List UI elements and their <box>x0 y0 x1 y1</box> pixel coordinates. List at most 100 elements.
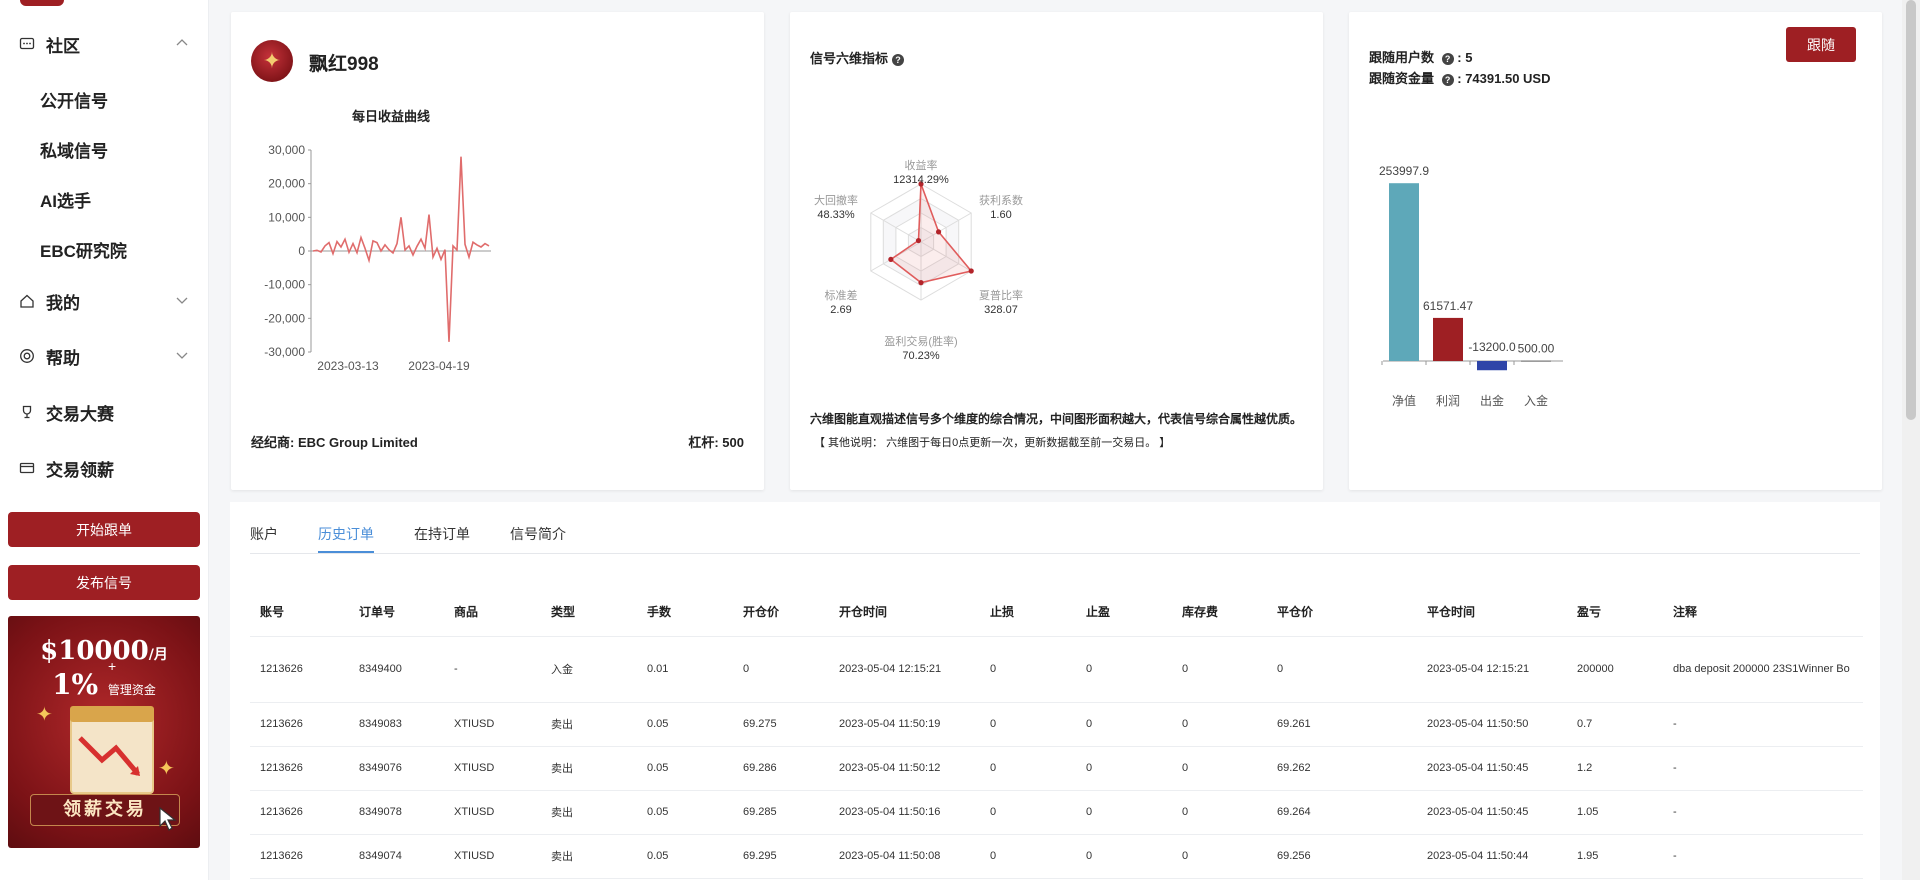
table-row: 1213626 8349074 XTIUSD 卖出 0.05 69.295 2023-05-… <box>250 834 1863 879</box>
publish-signal-button[interactable]: 发布信号 <box>8 565 200 600</box>
tab-open-orders[interactable]: 在持订单 <box>414 524 470 544</box>
col-swap: 库存费 <box>1172 588 1267 637</box>
table-cell: 0.05 <box>637 834 733 879</box>
lifebuoy-icon <box>18 347 36 365</box>
table-cell: XTIUSD <box>444 702 541 747</box>
table-cell: 0 <box>1172 702 1267 747</box>
table-cell: 0 <box>1172 636 1267 703</box>
table-cell: 2023-05-04 11:50:16 <box>829 790 980 835</box>
bar-value-label: 61571.47 <box>1423 299 1473 313</box>
table-cell: 69.262 <box>1267 746 1417 791</box>
table-cell: 69.264 <box>1267 790 1417 835</box>
follow-button[interactable]: 跟随 <box>1786 27 1856 62</box>
col-comment: 注释 <box>1663 588 1863 637</box>
nav-help-label: 帮助 <box>46 348 80 368</box>
logo[interactable] <box>20 0 64 6</box>
table-cell: 8349078 <box>349 790 444 835</box>
nav-trade-salary[interactable]: 交易领薪 <box>0 448 209 488</box>
orders-panel: 账户 历史订单 在持订单 信号简介 账号 订单号 商品 类型 手数 开仓价 开仓… <box>230 502 1880 880</box>
nav-community[interactable]: 社区 <box>0 24 209 64</box>
col-open-price: 开仓价 <box>733 588 829 637</box>
table-cell: 卖出 <box>541 746 637 791</box>
nav-help[interactable]: 帮助 <box>0 336 209 376</box>
tab-account[interactable]: 账户 <box>250 524 278 544</box>
nav-contest[interactable]: 交易大赛 <box>0 392 209 432</box>
table-cell: XTIUSD <box>444 834 541 879</box>
radar-note: 【 其他说明： 六维图于每日0点更新一次，更新数据截至前一交易日。 】 <box>814 437 1171 449</box>
home-icon <box>18 292 36 310</box>
chevron-down-icon <box>175 293 189 307</box>
promo-banner[interactable]: $10000/月 + 1% 管理资金 ✦ ✦ 领薪交易 <box>8 616 200 848</box>
nav-public-signals[interactable]: 公开信号 <box>40 87 108 112</box>
bar-value-label: -13200.0 <box>1468 340 1516 354</box>
col-close-time: 平仓时间 <box>1417 588 1567 637</box>
table-cell: 1213626 <box>250 702 349 747</box>
radar-indicator-value: 70.23% <box>902 350 940 362</box>
table-cell: 69.256 <box>1267 834 1417 879</box>
nav-mine[interactable]: 我的 <box>0 281 209 321</box>
nav-community-label: 社区 <box>46 36 80 56</box>
start-follow-button[interactable]: 开始跟单 <box>8 512 200 547</box>
sparkle-icon: ✦ <box>158 758 175 780</box>
tab-signal-intro[interactable]: 信号简介 <box>510 524 566 544</box>
scroll-thumb[interactable] <box>1906 0 1916 420</box>
table-cell: - <box>1663 790 1863 835</box>
table-cell: - <box>1663 834 1863 879</box>
table-cell: 2023-05-04 11:50:44 <box>1417 834 1567 879</box>
table-cell: 69.275 <box>733 702 829 747</box>
table-cell: 0.7 <box>1567 702 1663 747</box>
table-cell: 1213626 <box>250 636 349 703</box>
table-cell: 0 <box>1076 790 1172 835</box>
table-cell: 0 <box>1076 746 1172 791</box>
tab-history-orders[interactable]: 历史订单 <box>318 524 374 544</box>
orders-table: 账号 订单号 商品 类型 手数 开仓价 开仓时间 止损 止盈 库存费 平仓价 平… <box>250 588 1863 879</box>
bar <box>1433 317 1463 361</box>
radar-point <box>888 256 894 262</box>
follow-card: 跟随用户数 ? : 5 跟随资金量 ? : 74391.50 USD 跟随 25… <box>1349 12 1882 490</box>
nav-trade-salary-label: 交易领薪 <box>46 460 114 480</box>
table-cell: 0.01 <box>637 636 733 703</box>
y-tick-label: 30,000 <box>268 143 305 157</box>
help-icon[interactable]: ? <box>892 53 905 66</box>
table-cell: 69.261 <box>1267 702 1417 747</box>
table-cell: 8349083 <box>349 702 444 747</box>
bar <box>1521 360 1551 362</box>
table-cell: 0 <box>980 746 1076 791</box>
table-header-row: 账号 订单号 商品 类型 手数 开仓价 开仓时间 止损 止盈 库存费 平仓价 平… <box>250 588 1863 637</box>
follow-bar-chart: 253997.9 净值 61571.47 利润 -13200.0 出金 500.00 入金 <box>1379 164 1563 408</box>
promo-percent: 1% 管理资金 <box>52 668 156 701</box>
avatar[interactable]: ✦ <box>251 40 293 82</box>
table-cell: - <box>1663 702 1863 747</box>
col-open-time: 开仓时间 <box>829 588 980 637</box>
table-cell: 2023-05-04 11:50:45 <box>1417 790 1567 835</box>
x-tick-label: 2023-03-13 <box>317 359 379 373</box>
col-type: 类型 <box>541 588 637 637</box>
nav-ebc-institute[interactable]: EBC研究院 <box>40 237 127 262</box>
nav-ai-players[interactable]: AI选手 <box>40 187 91 212</box>
col-profit: 盈亏 <box>1567 588 1663 637</box>
radar-indicator-name: 获利系数 <box>979 194 1023 207</box>
table-cell: 69.295 <box>733 834 829 879</box>
radar-indicator-value: 48.33% <box>817 209 855 221</box>
table-cell: 0.05 <box>637 746 733 791</box>
bar-value-label: 500.00 <box>1518 342 1555 356</box>
series-line <box>312 156 490 342</box>
table-cell: 0 <box>1076 636 1172 703</box>
table-cell: 卖出 <box>541 702 637 747</box>
help-icon[interactable]: ? <box>1441 52 1454 65</box>
table-cell: 69.286 <box>733 746 829 791</box>
table-cell: dba deposit 200000 23S1Winner Bo <box>1663 636 1863 703</box>
scrollbar[interactable] <box>1902 0 1920 880</box>
table-row: 1213626 8349078 XTIUSD 卖出 0.05 69.285 2023-05-… <box>250 790 1863 835</box>
table-cell: 2023-05-04 12:15:21 <box>829 636 980 703</box>
nav-private-signals[interactable]: 私域信号 <box>40 137 108 162</box>
help-icon[interactable]: ? <box>1441 73 1454 86</box>
x-category-label: 净值 <box>1392 393 1416 408</box>
table-cell: 1.05 <box>1567 790 1663 835</box>
leverage-label: 杠杆: 500 <box>688 435 744 450</box>
promo-amount: $10000/月 <box>40 636 168 666</box>
table-cell: 0 <box>980 834 1076 879</box>
radar-indicator-value: 1.60 <box>990 209 1011 221</box>
chevron-down-icon <box>175 348 189 362</box>
col-lots: 手数 <box>637 588 733 637</box>
